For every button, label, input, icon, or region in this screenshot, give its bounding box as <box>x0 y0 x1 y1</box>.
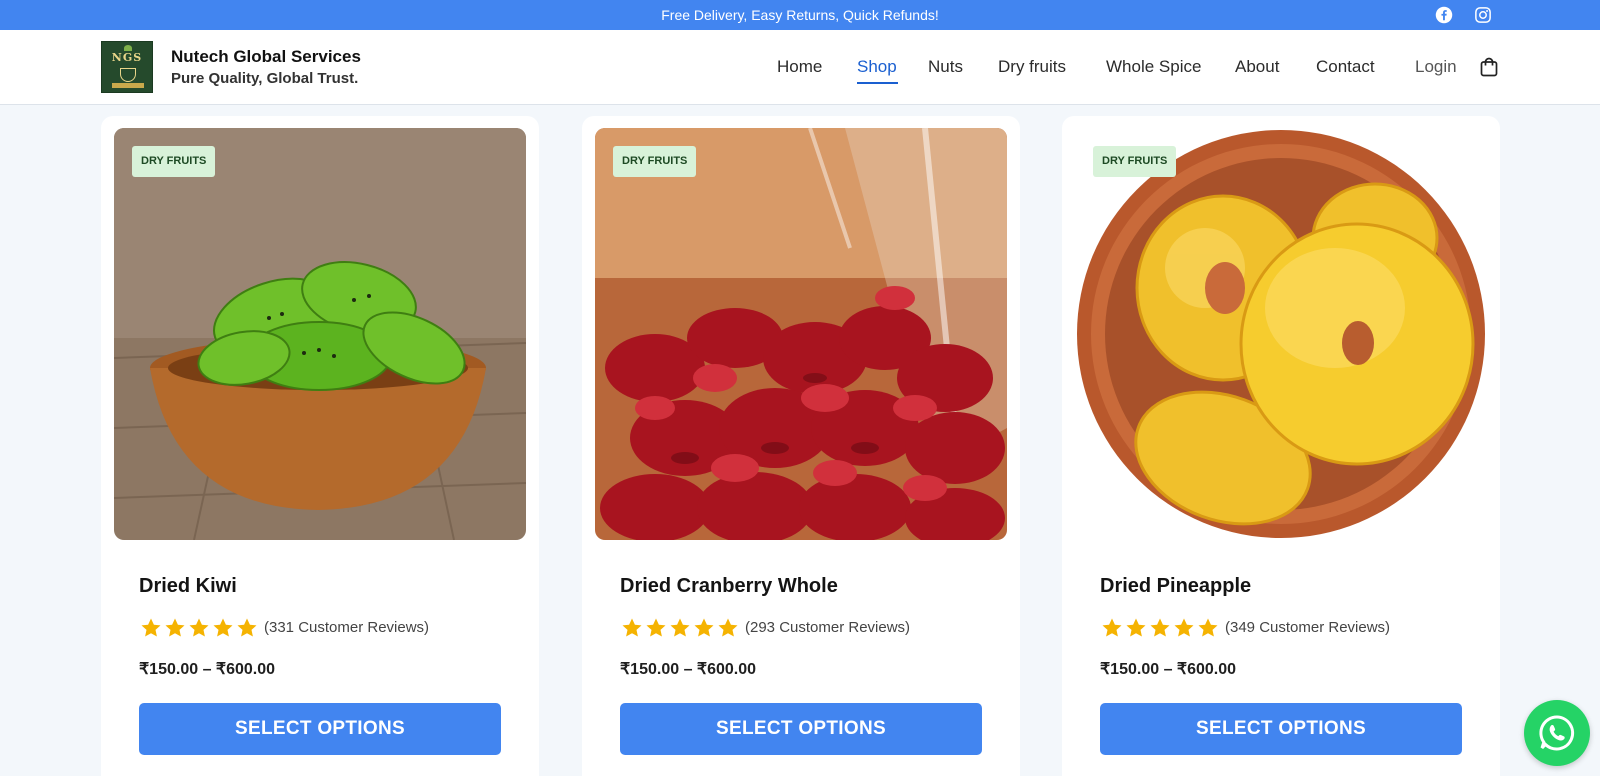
promo-bar: Free Delivery, Easy Returns, Quick Refun… <box>0 0 1600 30</box>
logo-crest-icon <box>120 68 136 82</box>
product-name[interactable]: Dried Pineapple <box>1100 575 1251 598</box>
logo[interactable]: NGS <box>101 41 153 93</box>
nav-active-indicator <box>857 82 898 84</box>
star-icon <box>622 618 642 637</box>
nav-contact[interactable]: Contact <box>1316 57 1375 77</box>
product-card: DRY FRUITS Dried Kiwi (331 Customer Revi… <box>101 116 539 776</box>
star-icon <box>237 618 257 637</box>
nav-about[interactable]: About <box>1235 57 1279 77</box>
category-badge[interactable]: DRY FRUITS <box>613 146 697 177</box>
star-icon <box>1102 618 1122 637</box>
product-card: DRY FRUITS Dried Cranberry Whole (293 Cu… <box>582 116 1020 776</box>
whatsapp-icon <box>1539 715 1575 751</box>
nav-nuts[interactable]: Nuts <box>928 57 963 77</box>
price-range: ₹150.00 – ₹600.00 <box>1100 661 1237 678</box>
instagram-icon[interactable] <box>1474 6 1492 24</box>
product-name[interactable]: Dried Kiwi <box>139 575 237 598</box>
nav-whole-spice[interactable]: Whole Spice <box>1106 57 1201 77</box>
brand-tagline: Pure Quality, Global Trust. <box>171 70 359 87</box>
star-icon <box>165 618 185 637</box>
star-icon <box>1126 618 1146 637</box>
star-rating <box>620 616 740 640</box>
star-icon <box>1174 618 1194 637</box>
star-rating <box>139 616 259 640</box>
star-icon <box>141 618 161 637</box>
promo-text: Free Delivery, Easy Returns, Quick Refun… <box>661 7 939 23</box>
nav-shop[interactable]: Shop <box>857 57 897 77</box>
brand-name[interactable]: Nutech Global Services <box>171 47 361 67</box>
site-header: NGS Nutech Global Services Pure Quality,… <box>0 30 1600 105</box>
star-icon <box>670 618 690 637</box>
star-icon <box>189 618 209 637</box>
review-count[interactable]: (331 Customer Reviews) <box>264 619 429 636</box>
star-icon <box>718 618 738 637</box>
select-options-button[interactable]: SELECT OPTIONS <box>1100 703 1462 755</box>
star-icon <box>1150 618 1170 637</box>
nav-home[interactable]: Home <box>777 57 822 77</box>
star-rating <box>1100 616 1220 640</box>
facebook-icon[interactable] <box>1435 6 1453 24</box>
price-range: ₹150.00 – ₹600.00 <box>620 661 757 678</box>
shopping-bag-icon[interactable] <box>1480 57 1498 77</box>
star-icon <box>1198 618 1218 637</box>
logo-ribbon-icon <box>112 83 144 88</box>
star-icon <box>694 618 714 637</box>
product-name[interactable]: Dried Cranberry Whole <box>620 575 838 598</box>
product-image-pineapple[interactable]: DRY FRUITS <box>1075 128 1487 540</box>
star-icon <box>646 618 666 637</box>
review-count[interactable]: (293 Customer Reviews) <box>745 619 910 636</box>
logo-text: NGS <box>111 51 143 64</box>
category-badge[interactable]: DRY FRUITS <box>1093 146 1177 177</box>
product-image-kiwi[interactable]: DRY FRUITS <box>114 128 526 540</box>
nav-dry-fruits[interactable]: Dry fruits <box>998 57 1066 77</box>
select-options-button[interactable]: SELECT OPTIONS <box>139 703 501 755</box>
price-range: ₹150.00 – ₹600.00 <box>139 661 276 678</box>
whatsapp-button[interactable] <box>1524 700 1590 766</box>
review-count[interactable]: (349 Customer Reviews) <box>1225 619 1390 636</box>
product-image-cranberry[interactable]: DRY FRUITS <box>595 128 1007 540</box>
select-options-button[interactable]: SELECT OPTIONS <box>620 703 982 755</box>
category-badge[interactable]: DRY FRUITS <box>132 146 216 177</box>
product-card: DRY FRUITS Dried Pineapple (349 Customer… <box>1062 116 1500 776</box>
star-icon <box>213 618 233 637</box>
login-link[interactable]: Login <box>1415 57 1457 77</box>
